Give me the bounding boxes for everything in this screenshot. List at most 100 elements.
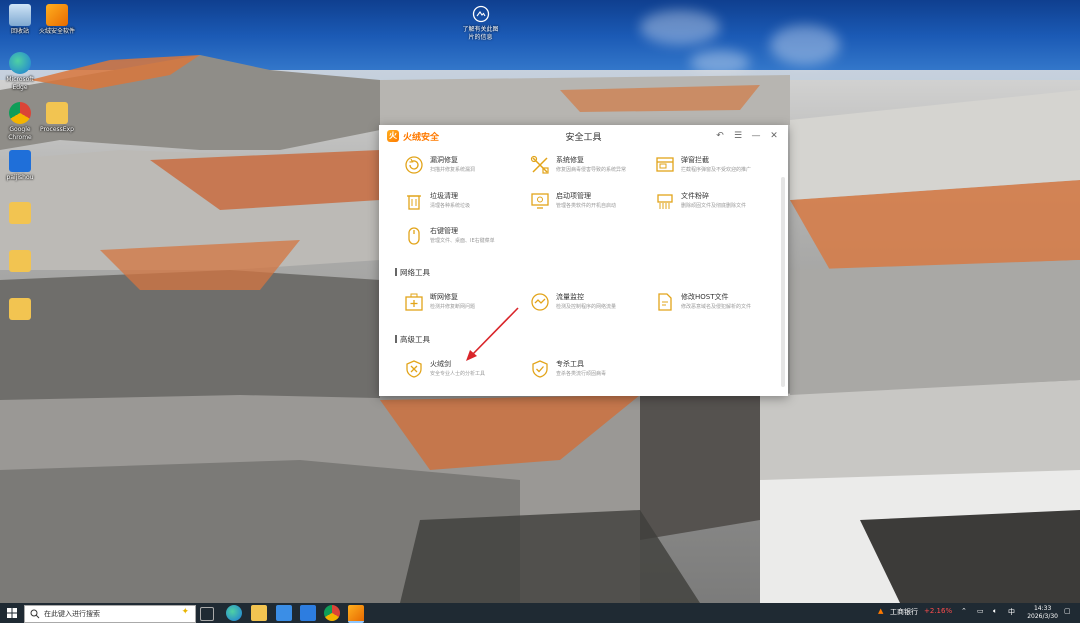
tool-desc: 清理各种系统垃圾: [430, 203, 471, 209]
tool-network-repair[interactable]: 断网修复 检测并修复断网问题: [403, 290, 521, 316]
desktop-icon-folder[interactable]: [0, 250, 40, 274]
desktop-icon-processexp[interactable]: ProcessExp: [37, 102, 77, 134]
system-clock[interactable]: 14:33 2026/3/30: [1027, 605, 1058, 621]
stock-change[interactable]: +2.16%: [924, 607, 952, 615]
edge-taskbar-icon[interactable]: [226, 605, 242, 621]
chrome-icon: [9, 102, 31, 124]
file-explorer-icon[interactable]: [251, 605, 267, 621]
store-icon[interactable]: [276, 605, 292, 621]
tool-system-repair[interactable]: 系统修复 修复因病毒侵害导致的系统异常: [529, 153, 647, 179]
recycle-bin-icon: [9, 4, 31, 26]
tool-junk-cleanup[interactable]: 垃圾清理 清理各种系统垃圾: [403, 189, 521, 215]
window-scrollbar[interactable]: [781, 177, 785, 387]
chrome-taskbar-icon[interactable]: [324, 605, 340, 621]
taskbar: 在此键入进行搜索 ✦ ▲ 工商银行 +2.16% ⌃ ▭ 🔈︎ 中 14:33 …: [0, 603, 1080, 623]
network-icon[interactable]: ▭: [977, 607, 984, 615]
tool-desc: 修复因病毒侵害导致的系统异常: [556, 167, 627, 173]
taskbar-search-box[interactable]: 在此键入进行搜索 ✦: [24, 605, 196, 623]
tool-popup-blocker[interactable]: 弹窗拦截 拦截程序弹窗及不受欢迎的推广: [654, 153, 772, 179]
wrench-icon: [530, 155, 549, 174]
back-icon[interactable]: ↶: [713, 129, 727, 143]
tool-desc: 安全专业人士的分析工具: [430, 371, 486, 377]
tool-name: 漏洞修复: [430, 156, 458, 164]
desktop-icon-label: ProcessExp: [40, 126, 74, 133]
tool-name: 专杀工具: [556, 360, 584, 368]
monitor-icon: [531, 193, 549, 209]
desktop-icon-folder[interactable]: [0, 202, 40, 226]
folder-icon: [9, 250, 31, 272]
tool-name: 修改HOST文件: [681, 293, 729, 301]
huorong-icon: [46, 4, 68, 26]
desktop-icon-chrome[interactable]: Google Chrome: [0, 102, 40, 142]
desktop-icon-edge[interactable]: Microsoft Edge: [0, 52, 40, 92]
tool-name: 弹窗拦截: [681, 156, 709, 164]
stock-name[interactable]: 工商银行: [890, 607, 918, 617]
tool-vulnerability-fix[interactable]: 漏洞修复 扫描并修复系统漏洞: [403, 153, 521, 179]
tool-name: 启动项管理: [556, 192, 591, 200]
input-language[interactable]: 中: [1008, 607, 1015, 617]
trash-icon: [407, 195, 421, 210]
huorong-security-tools-window: 火 火绒安全 安全工具 ↶ ☰ — ✕ 漏洞修复 扫描并修复系统漏洞 系统修复 …: [379, 125, 788, 396]
desktop-icon-folder[interactable]: [0, 298, 40, 322]
volume-icon[interactable]: 🔈︎: [993, 607, 997, 616]
tool-name: 火绒剑: [430, 360, 451, 368]
desktop-icon-label: Google Chrome: [8, 126, 32, 141]
tool-name: 垃圾清理: [430, 192, 458, 200]
tool-desc: 管理各类软件的开机自启动: [556, 203, 617, 209]
tool-name: 文件粉碎: [681, 192, 709, 200]
sword-icon: [406, 360, 422, 378]
tool-desc: 删除顽固文件及彻底删除文件: [681, 203, 747, 209]
sparkle-icon: ✦: [181, 607, 189, 617]
desktop-icon-recycle-bin[interactable]: 回收站: [0, 4, 40, 36]
tool-desc: 检测及控制程序的网络流量: [556, 304, 617, 310]
tool-desc: 拦截程序弹窗及不受欢迎的推广: [681, 167, 752, 173]
tool-desc: 扫描并修复系统漏洞: [430, 167, 476, 173]
shredder-icon: [657, 194, 673, 209]
desktop-icon-huorong[interactable]: 火绒安全软件: [37, 4, 77, 36]
tool-desc: 检测并修复断网问题: [430, 304, 476, 310]
popup-icon: [656, 157, 674, 172]
tool-special-kill[interactable]: 专杀工具 查杀各类流行顽固病毒: [529, 357, 647, 383]
desktop-icon-label: paijishou: [6, 174, 34, 181]
tool-startup-manager[interactable]: 启动项管理 管理各类软件的开机自启动: [529, 189, 647, 215]
chevron-up-icon[interactable]: ⌃: [961, 607, 967, 615]
window-titlebar[interactable]: 火 火绒安全 安全工具 ↶ ☰ — ✕: [379, 125, 788, 147]
minimize-icon[interactable]: —: [749, 129, 763, 143]
tool-file-shredder[interactable]: 文件粉碎 删除顽固文件及彻底删除文件: [654, 189, 772, 215]
tool-name: 右键管理: [430, 227, 458, 235]
section-title-advanced: 高级工具: [395, 335, 430, 344]
tool-desc: 管理文件、桌面、IE右键菜单: [430, 238, 495, 244]
search-icon: [30, 609, 40, 619]
windows-start-icon[interactable]: [0, 603, 24, 623]
file-edit-icon: [658, 293, 672, 311]
stock-icon: ▲: [878, 607, 884, 615]
learn-about-picture-icon[interactable]: 了解有关此图 片的信息: [458, 5, 503, 42]
edge-icon: [9, 52, 31, 74]
notification-icon[interactable]: ▢: [1064, 607, 1071, 615]
huorong-taskbar-icon[interactable]: [348, 605, 364, 623]
medkit-icon: [405, 293, 423, 311]
close-icon[interactable]: ✕: [767, 129, 781, 143]
tool-huorong-sword[interactable]: 火绒剑 安全专业人士的分析工具: [403, 357, 521, 383]
tool-traffic-monitor[interactable]: 流量监控 检测及控制程序的网络流量: [529, 290, 647, 316]
tool-desc: 查杀各类流行顽固病毒: [556, 371, 607, 377]
mouse-icon: [408, 227, 420, 245]
tool-name: 流量监控: [556, 293, 584, 301]
desktop-icon-label: 火绒安全软件: [38, 28, 75, 35]
mail-icon[interactable]: [300, 605, 316, 621]
tool-desc: 修改恶意域名及侵犯解析的文件: [681, 304, 752, 310]
app-icon: [9, 150, 31, 172]
traffic-icon: [531, 293, 549, 311]
menu-icon[interactable]: ☰: [731, 129, 745, 143]
clock-date: 2026/3/30: [1027, 613, 1058, 620]
tool-context-menu-manager[interactable]: 右键管理 管理文件、桌面、IE右键菜单: [403, 224, 521, 250]
desktop-icon-label: 回收站: [10, 28, 29, 35]
tool-modify-hosts[interactable]: 修改HOST文件 修改恶意域名及侵犯解析的文件: [654, 290, 772, 316]
camera-icon: [472, 5, 489, 23]
center-icon-label: 了解有关此图: [462, 26, 499, 33]
folder-icon: [9, 202, 31, 224]
refresh-icon: [405, 156, 423, 174]
desktop-icon-paijishou[interactable]: paijishou: [0, 150, 40, 182]
task-view-icon[interactable]: [200, 607, 214, 621]
tool-name: 系统修复: [556, 156, 584, 164]
